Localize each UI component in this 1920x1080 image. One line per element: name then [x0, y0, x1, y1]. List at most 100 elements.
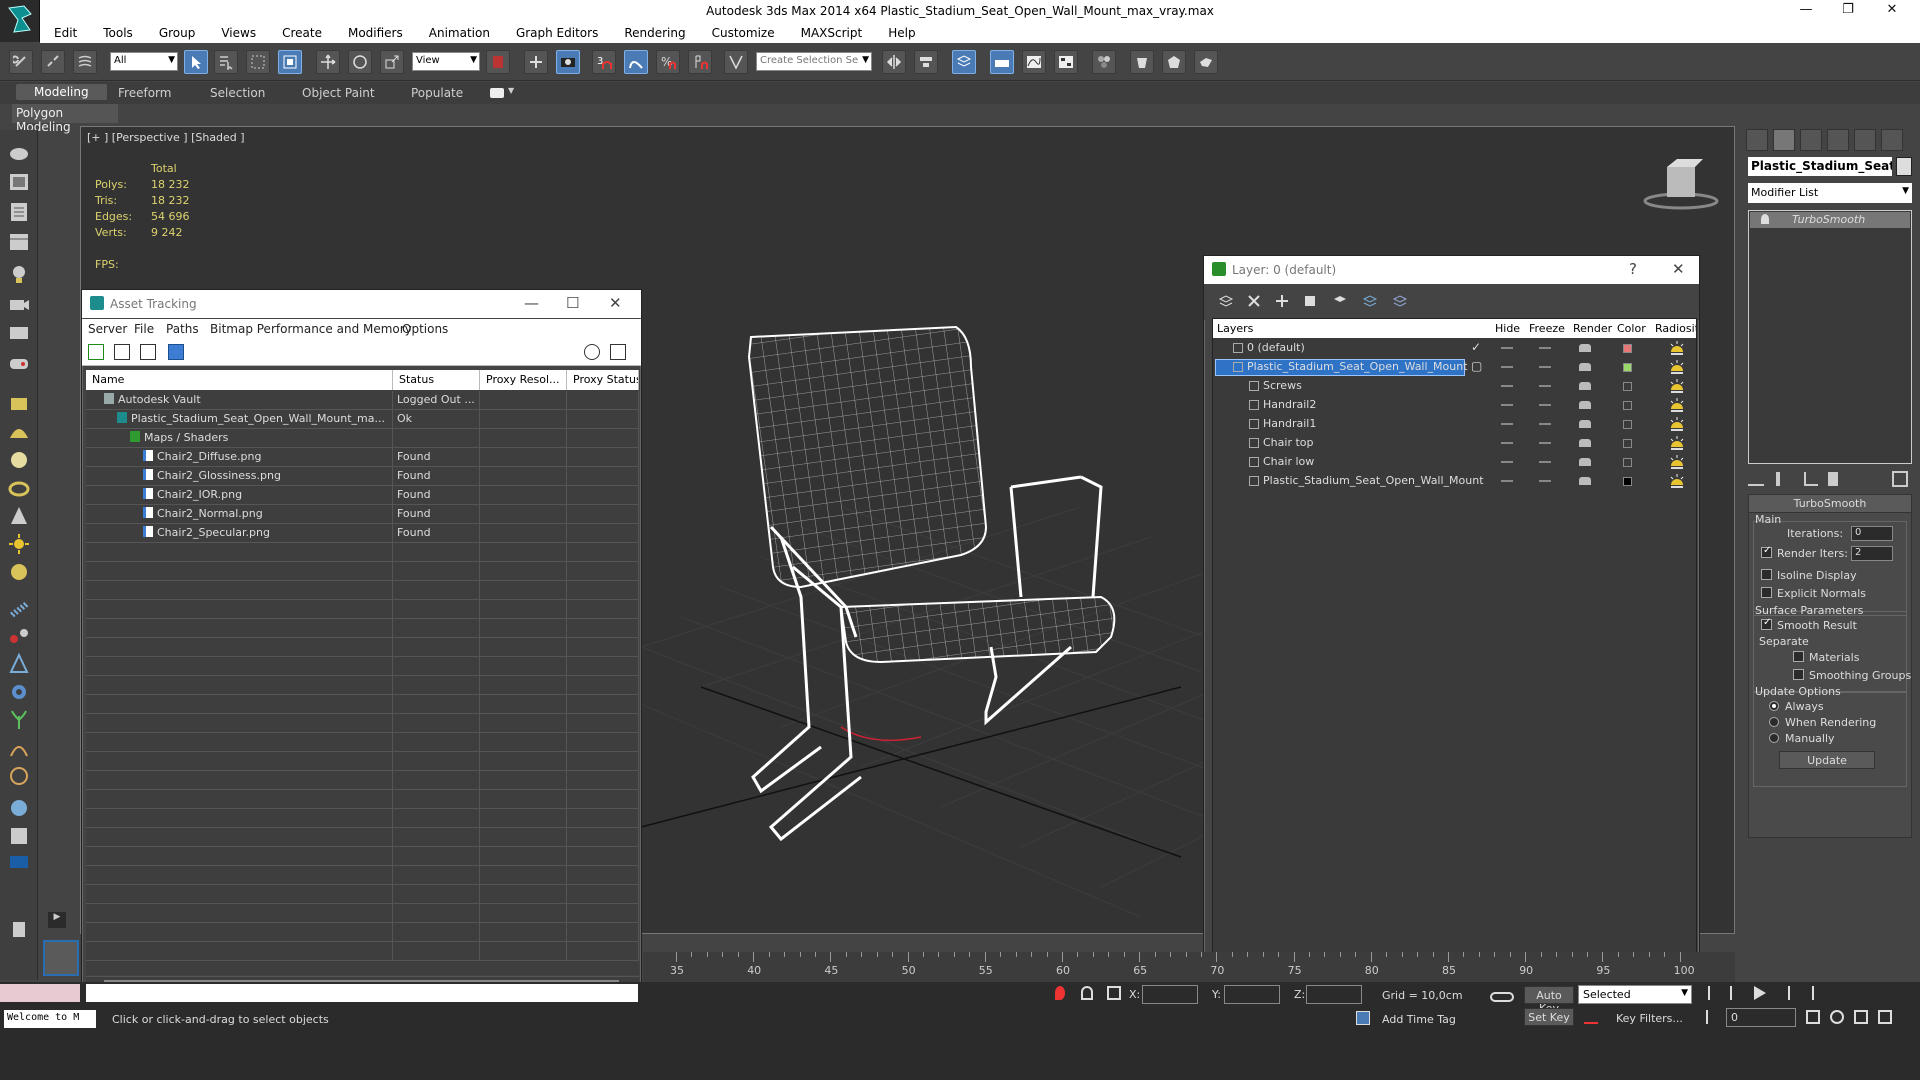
rollout-title[interactable]: TurboSmooth	[1749, 495, 1911, 513]
menu-options[interactable]: Options	[402, 322, 448, 336]
current-layer-check-icon[interactable]: ✓	[1471, 340, 1481, 354]
column-hide[interactable]: Hide	[1495, 322, 1520, 335]
auto-key-button[interactable]: Auto Key	[1524, 986, 1574, 1015]
timeslider-input[interactable]	[84, 982, 640, 1004]
tab-selection[interactable]: Selection	[210, 86, 265, 100]
hide-toggle[interactable]	[1501, 366, 1513, 368]
layer-color-swatch[interactable]	[1623, 458, 1632, 467]
render-teapot-icon[interactable]	[1579, 477, 1591, 485]
render-teapot-icon[interactable]	[1579, 439, 1591, 447]
hide-toggle[interactable]	[1501, 480, 1513, 482]
when-rendering-radio[interactable]	[1769, 717, 1779, 727]
rendered-frame-window-icon[interactable]	[1162, 50, 1186, 74]
render-icon[interactable]	[7, 824, 31, 848]
hide-toggle[interactable]	[1501, 461, 1513, 463]
tab-freeform[interactable]: Freeform	[118, 86, 171, 100]
layer-color-swatch[interactable]	[1623, 439, 1632, 448]
x-coordinate-field[interactable]	[1142, 985, 1198, 1004]
expand-arrow-icon[interactable]: ▶	[48, 912, 66, 928]
stack-item-turbosmooth[interactable]: TurboSmooth	[1750, 212, 1910, 228]
display-tab-icon[interactable]	[1854, 129, 1876, 151]
modifier-list-dropdown[interactable]: Modifier List ▼	[1748, 183, 1912, 203]
absolute-mode-icon[interactable]	[1107, 986, 1121, 1000]
light-bulb-icon[interactable]	[7, 262, 31, 286]
camera-icon[interactable]	[7, 292, 31, 316]
snap-toggle-icon[interactable]: 3	[592, 50, 616, 74]
sphere-icon[interactable]	[7, 448, 31, 472]
object-color-swatch[interactable]	[1896, 157, 1912, 176]
box-icon[interactable]	[7, 392, 31, 416]
add-to-layer-icon[interactable]	[1274, 293, 1290, 309]
maximize-viewport-icon[interactable]	[1878, 1010, 1892, 1024]
particles-icon[interactable]	[7, 596, 31, 620]
viewport-nav-icon[interactable]	[1806, 1010, 1820, 1024]
menu-create[interactable]: Create	[268, 23, 334, 40]
menu-rendering[interactable]: Rendering	[610, 23, 697, 40]
menu-help[interactable]: Help	[874, 23, 927, 40]
play-icon[interactable]	[1754, 986, 1766, 1000]
geosphere-icon[interactable]	[7, 560, 31, 584]
z-coordinate-field[interactable]	[1306, 985, 1362, 1004]
layer-color-swatch[interactable]	[1623, 477, 1632, 486]
help-icon[interactable]	[584, 344, 600, 360]
layer-color-swatch[interactable]	[1623, 401, 1632, 410]
column-proxy-resolution[interactable]: Proxy Resol...	[480, 370, 567, 390]
layer-row[interactable]: Handrail1	[1213, 415, 1696, 434]
tab-modeling[interactable]: Modeling	[16, 84, 107, 100]
menu-tools[interactable]: Tools	[89, 23, 145, 40]
table-row[interactable]: Autodesk Vault Logged Out ...	[86, 391, 639, 410]
align-icon[interactable]	[914, 50, 938, 74]
vray-icon[interactable]	[7, 850, 31, 874]
column-render[interactable]: Render	[1573, 322, 1612, 335]
maximize-icon[interactable]: ☐	[566, 294, 579, 312]
modify-tab-icon[interactable]	[1773, 129, 1795, 151]
select-object-icon[interactable]	[184, 50, 208, 74]
pivot-center-icon[interactable]	[486, 50, 510, 74]
rect-selection-icon[interactable]	[246, 50, 270, 74]
utilities-tab-icon[interactable]	[1881, 129, 1903, 151]
smoothing-groups-checkbox[interactable]	[1793, 669, 1804, 680]
radiosity-sun-icon[interactable]	[1669, 397, 1685, 413]
render-teapot-icon[interactable]	[1579, 458, 1591, 466]
display-icon[interactable]	[7, 322, 31, 346]
move-icon[interactable]	[316, 50, 340, 74]
select-objects-icon[interactable]	[1302, 293, 1318, 309]
layer-row[interactable]: Screws	[1213, 377, 1696, 396]
close-icon[interactable]: ✕	[1872, 2, 1912, 20]
column-freeze[interactable]: Freeze	[1529, 322, 1565, 335]
make-unique-icon[interactable]	[1804, 472, 1818, 486]
column-radiosity[interactable]: Radiosit	[1655, 322, 1696, 335]
keyboard-shortcut-override-icon[interactable]	[556, 50, 580, 74]
radiosity-sun-icon[interactable]	[1669, 340, 1685, 356]
next-frame-icon[interactable]	[1772, 986, 1790, 1000]
radiosity-sun-icon[interactable]	[1669, 359, 1685, 375]
molecule-icon[interactable]	[7, 624, 31, 648]
hide-all-icon[interactable]	[1362, 293, 1378, 309]
layer-row[interactable]: Plastic_Stadium_Seat_Open_Wall_Mount	[1213, 472, 1696, 491]
freeze-toggle[interactable]	[1539, 404, 1551, 406]
refresh-icon[interactable]	[88, 344, 104, 360]
object-name-field[interactable]: Plastic_Stadium_Seat_O	[1748, 157, 1892, 176]
pin-icon[interactable]	[1055, 986, 1065, 1000]
gear-icon[interactable]	[7, 680, 31, 704]
unlink-icon[interactable]	[41, 50, 65, 74]
layer-manager-titlebar[interactable]: Layer: 0 (default) ? ✕	[1204, 256, 1699, 284]
teapot-icon[interactable]	[7, 140, 31, 164]
hide-toggle[interactable]	[1501, 404, 1513, 406]
window-crossing-icon[interactable]	[278, 50, 302, 74]
light-bulb-icon[interactable]	[1761, 214, 1769, 224]
previous-frame-icon[interactable]	[1730, 986, 1748, 1000]
create-tab-icon[interactable]	[1746, 129, 1768, 151]
layer-row[interactable]: Chair top	[1213, 434, 1696, 453]
delete-layer-icon[interactable]	[1246, 293, 1262, 309]
reference-coordinate-dropdown[interactable]: View ▼	[412, 52, 480, 71]
pin-stack-icon[interactable]	[1748, 472, 1764, 486]
update-button[interactable]: Update	[1779, 751, 1875, 769]
explicit-normals-checkbox[interactable]	[1761, 587, 1772, 598]
curve-editor-icon[interactable]	[1022, 50, 1046, 74]
freeze-toggle[interactable]	[1539, 480, 1551, 482]
hide-toggle[interactable]	[1501, 347, 1513, 349]
picture-icon[interactable]	[7, 170, 31, 194]
schematic-view-icon[interactable]	[1054, 50, 1078, 74]
angle-snap-icon[interactable]	[624, 50, 648, 74]
